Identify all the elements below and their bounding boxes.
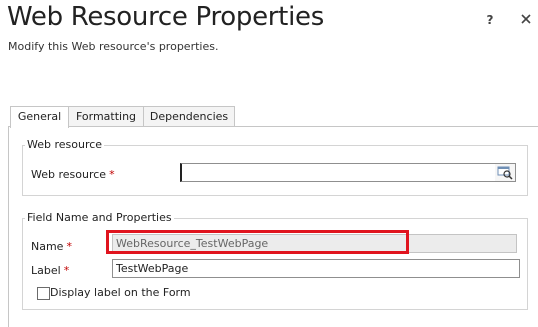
dialog-title: Web Resource Properties [7,2,324,32]
required-indicator: * [66,240,72,253]
label-field-input[interactable]: TestWebPage [112,259,520,278]
web-resource-label-text: Web resource [31,168,107,181]
web-resource-field-label: Web resource * [31,168,115,181]
dialog-subtitle: Modify this Web resource's properties. [8,40,219,53]
lookup-button[interactable] [495,163,516,182]
highlight-annotation-box [106,230,409,254]
web-resource-input[interactable] [180,163,496,182]
close-icon [521,14,531,24]
tab-formatting[interactable]: Formatting [67,106,145,127]
display-label-checkbox-label[interactable]: Display label on the Form [50,286,191,299]
name-label-text: Name [31,240,64,253]
tab-general[interactable]: General [10,106,69,128]
label-field-label: Label * [31,264,69,277]
required-indicator: * [109,168,115,181]
required-indicator: * [63,264,70,277]
label-label-text: Label [31,264,61,277]
name-field-label: Name * [31,240,72,253]
lookup-search-icon [497,166,513,180]
display-label-checkbox[interactable] [37,287,50,300]
web-resource-section-title: Web resource [25,138,105,151]
help-button[interactable]: ? [482,12,498,28]
field-properties-section-title: Field Name and Properties [25,211,174,224]
tab-dependencies[interactable]: Dependencies [143,106,235,127]
close-button[interactable] [518,11,534,27]
